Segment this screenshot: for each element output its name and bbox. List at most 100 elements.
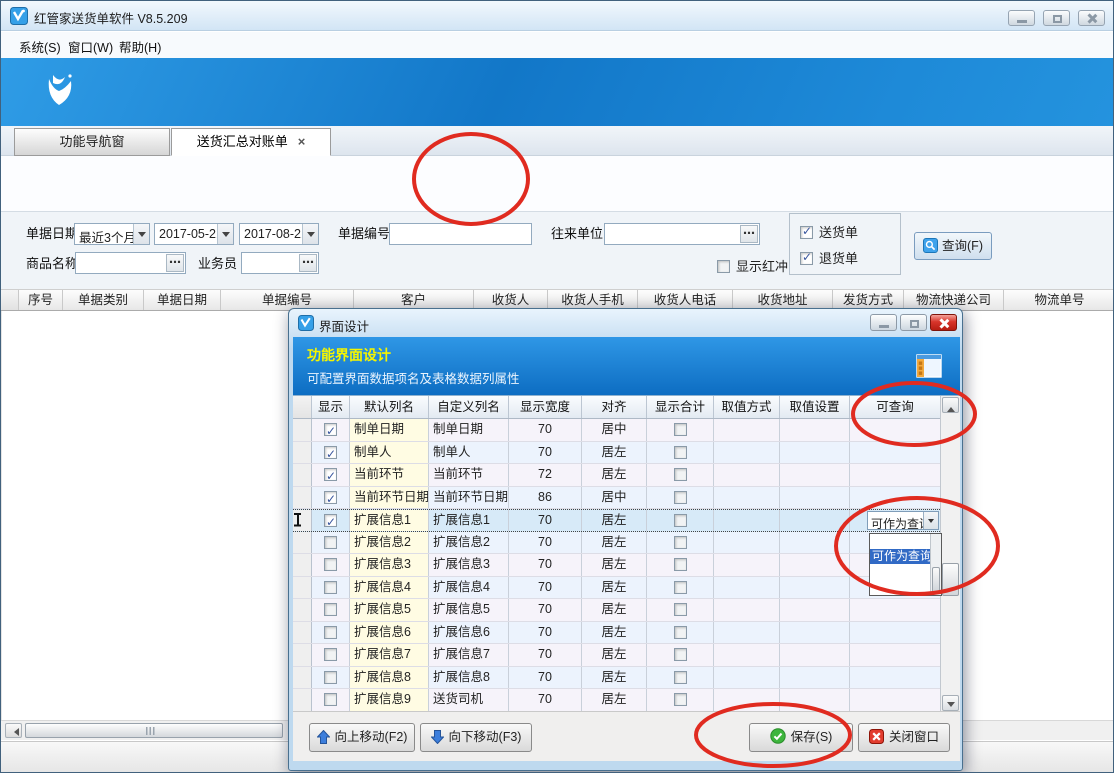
chevron-down-icon[interactable] xyxy=(133,224,149,244)
column-header[interactable]: 收货人 xyxy=(474,290,548,310)
checkbox-icon[interactable] xyxy=(324,626,337,639)
column-header[interactable]: 物流单号 xyxy=(1004,290,1114,310)
menu-help[interactable]: 帮助(H) xyxy=(119,37,161,56)
column-header[interactable]: 对齐 xyxy=(582,396,647,418)
checkbox-icon[interactable] xyxy=(674,536,687,549)
custom-name-cell[interactable]: 制单人 xyxy=(429,442,509,464)
column-header[interactable]: 默认列名 xyxy=(350,396,429,418)
align-cell[interactable]: 居左 xyxy=(582,622,647,644)
checkbox-icon[interactable] xyxy=(674,514,687,527)
table-row[interactable]: 扩展信息9 送货司机 70 居左 xyxy=(293,689,940,712)
chevron-down-icon[interactable] xyxy=(302,224,318,244)
value-method-cell[interactable] xyxy=(714,577,780,599)
dialog-minimize-button[interactable] xyxy=(870,314,897,331)
ellipsis-button[interactable]: ⋯ xyxy=(299,254,317,272)
default-name-cell[interactable]: 扩展信息8 xyxy=(350,667,429,689)
ellipsis-button[interactable]: ⋯ xyxy=(166,254,184,272)
table-row[interactable]: 当前环节日期 当前环节日期 86 居中 xyxy=(293,487,940,510)
scrollbar-thumb[interactable] xyxy=(25,723,283,738)
show-total-cell[interactable] xyxy=(647,599,714,621)
column-header[interactable]: 自定义列名 xyxy=(429,396,509,418)
checkbox-icon[interactable] xyxy=(324,558,337,571)
default-name-cell[interactable]: 扩展信息6 xyxy=(350,622,429,644)
date-range-select[interactable]: 最近3个月 xyxy=(74,223,150,245)
checkbox-icon[interactable] xyxy=(324,423,337,436)
column-header[interactable]: 收货地址 xyxy=(733,290,833,310)
table-row[interactable]: 制单人 制单人 70 居左 xyxy=(293,442,940,465)
table-row[interactable]: 扩展信息5 扩展信息5 70 居左 xyxy=(293,599,940,622)
checkbox-icon[interactable] xyxy=(674,603,687,616)
column-header[interactable]: 收货人电话 xyxy=(638,290,733,310)
chevron-down-icon[interactable] xyxy=(217,224,233,244)
checkbox-icon[interactable] xyxy=(324,671,337,684)
column-header[interactable]: 客户 xyxy=(354,290,474,310)
dialog-close-button[interactable] xyxy=(930,314,957,331)
queryable-cell[interactable] xyxy=(850,419,940,441)
checkbox-icon[interactable] xyxy=(674,423,687,436)
checkbox-icon[interactable] xyxy=(674,558,687,571)
show-total-cell[interactable] xyxy=(647,442,714,464)
table-row[interactable]: 扩展信息6 扩展信息6 70 居左 xyxy=(293,622,940,645)
show-total-cell[interactable] xyxy=(647,644,714,666)
checkbox-icon[interactable] xyxy=(674,693,687,706)
default-name-cell[interactable]: 当前环节 xyxy=(350,464,429,486)
ellipsis-button[interactable]: ⋯ xyxy=(740,225,758,243)
column-header[interactable]: 单据编号 xyxy=(221,290,354,310)
width-cell[interactable]: 72 xyxy=(509,464,582,486)
default-name-cell[interactable]: 扩展信息2 xyxy=(350,532,429,554)
width-cell[interactable]: 86 xyxy=(509,487,582,509)
visible-cell[interactable] xyxy=(312,554,350,576)
width-cell[interactable]: 70 xyxy=(509,599,582,621)
width-cell[interactable]: 70 xyxy=(509,689,582,711)
show-total-cell[interactable] xyxy=(647,667,714,689)
show-total-cell[interactable] xyxy=(647,532,714,554)
visible-cell[interactable] xyxy=(312,442,350,464)
move-up-button[interactable]: 向上移动(F2) xyxy=(309,723,415,752)
chevron-down-icon[interactable] xyxy=(923,512,938,529)
align-cell[interactable]: 居左 xyxy=(582,442,647,464)
scroll-up-button[interactable] xyxy=(942,397,959,413)
column-header[interactable]: 显示宽度 xyxy=(509,396,582,418)
column-header[interactable]: 可查询 xyxy=(850,396,940,418)
partner-input[interactable]: ⋯ xyxy=(604,223,760,245)
dialog-maximize-button[interactable] xyxy=(900,314,927,331)
value-setting-cell[interactable] xyxy=(780,622,850,644)
scroll-left-button[interactable] xyxy=(5,723,22,738)
queryable-cell[interactable]: 可作为查询条件 xyxy=(850,510,940,531)
table-row[interactable]: 扩展信息1 扩展信息1 70 居左 可作为查询条件 xyxy=(293,509,940,532)
value-method-cell[interactable] xyxy=(714,644,780,666)
value-setting-cell[interactable] xyxy=(780,510,850,531)
value-setting-cell[interactable] xyxy=(780,667,850,689)
visible-cell[interactable] xyxy=(312,464,350,486)
value-method-cell[interactable] xyxy=(714,667,780,689)
checkbox-icon[interactable] xyxy=(324,536,337,549)
align-cell[interactable]: 居中 xyxy=(582,419,647,441)
default-name-cell[interactable]: 扩展信息7 xyxy=(350,644,429,666)
checkbox-icon[interactable] xyxy=(324,648,337,661)
scrollbar-thumb[interactable] xyxy=(932,567,940,593)
column-header[interactable]: 发货方式 xyxy=(833,290,904,310)
custom-name-cell[interactable]: 制单日期 xyxy=(429,419,509,441)
checkbox-icon[interactable] xyxy=(324,514,337,527)
tab-nav-window[interactable]: 功能导航窗 xyxy=(14,128,170,156)
visible-cell[interactable] xyxy=(312,599,350,621)
maximize-button[interactable] xyxy=(1043,10,1070,26)
column-header[interactable]: 取值方式 xyxy=(714,396,780,418)
default-name-cell[interactable]: 扩展信息1 xyxy=(350,510,429,531)
search-button[interactable]: 查询(F) xyxy=(914,232,992,260)
checkbox-icon[interactable] xyxy=(324,581,337,594)
custom-name-cell[interactable]: 当前环节 xyxy=(429,464,509,486)
show-total-cell[interactable] xyxy=(647,487,714,509)
table-row[interactable]: 扩展信息2 扩展信息2 70 居左 xyxy=(293,532,940,555)
width-cell[interactable]: 70 xyxy=(509,622,582,644)
queryable-cell[interactable] xyxy=(850,487,940,509)
value-method-cell[interactable] xyxy=(714,532,780,554)
visible-cell[interactable] xyxy=(312,667,350,689)
dialog-vertical-scrollbar[interactable] xyxy=(940,396,960,712)
value-setting-cell[interactable] xyxy=(780,554,850,576)
show-total-cell[interactable] xyxy=(647,510,714,531)
width-cell[interactable]: 70 xyxy=(509,667,582,689)
width-cell[interactable]: 70 xyxy=(509,510,582,531)
checkbox-icon[interactable] xyxy=(324,603,337,616)
table-row[interactable]: 扩展信息7 扩展信息7 70 居左 xyxy=(293,644,940,667)
